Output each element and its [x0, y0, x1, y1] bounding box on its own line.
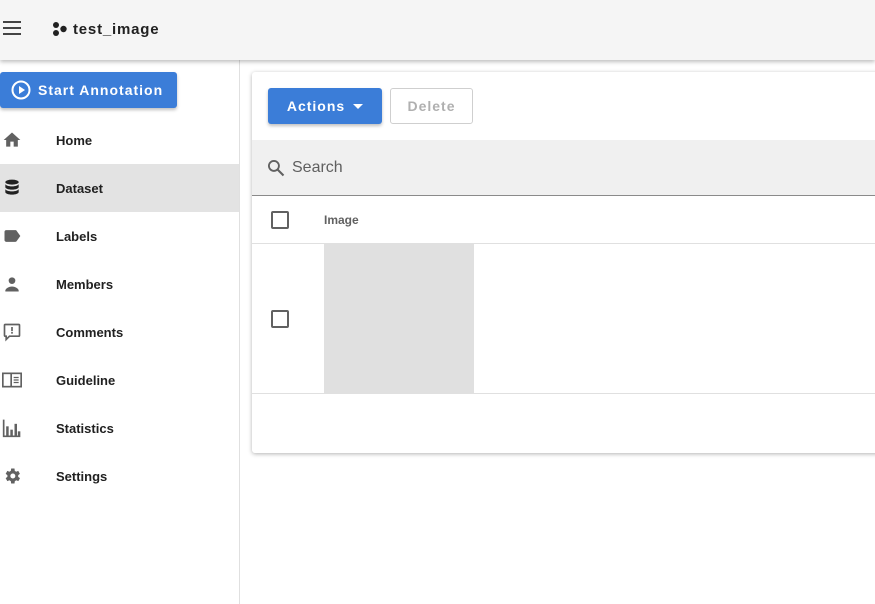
project-title: test_image	[73, 20, 160, 38]
person-icon	[5, 277, 19, 292]
sidebar-item-guideline[interactable]: Guideline	[0, 356, 239, 404]
start-annotation-button[interactable]: Start Annotation	[0, 72, 177, 108]
label-icon	[4, 230, 21, 242]
project-brand[interactable]: test_image	[52, 18, 159, 40]
app-bar: test_image	[0, 0, 875, 60]
play-circle-icon	[11, 80, 31, 100]
dataset-card: Actions Delete Image	[252, 72, 875, 453]
sidebar-item-home[interactable]: Home	[0, 116, 239, 164]
select-all-checkbox[interactable]	[271, 211, 289, 229]
image-thumbnail[interactable]	[324, 244, 474, 394]
sidebar-item-members[interactable]: Members	[0, 260, 239, 308]
sidebar-item-label: Guideline	[56, 372, 116, 388]
book-icon	[2, 372, 22, 388]
sidebar-item-label: Members	[56, 276, 114, 292]
gear-icon	[5, 468, 20, 484]
caret-down-icon	[353, 103, 364, 109]
sidebar-nav: Home Dataset Labels Members Comments Gui…	[0, 116, 239, 500]
search-icon	[268, 159, 285, 176]
row-checkbox[interactable]	[271, 310, 289, 328]
home-icon	[3, 132, 21, 147]
sidebar-item-dataset[interactable]: Dataset	[0, 164, 239, 212]
sidebar-item-statistics[interactable]: Statistics	[0, 404, 239, 452]
sidebar-item-comments[interactable]: Comments	[0, 308, 239, 356]
database-icon	[5, 179, 19, 195]
search-input[interactable]	[292, 158, 792, 177]
delete-button[interactable]: Delete	[390, 88, 473, 124]
sidebar: Start Annotation Home Dataset Labels Mem…	[0, 60, 240, 604]
column-header-image[interactable]: Image	[324, 213, 359, 227]
sidebar-item-label: Labels	[56, 228, 98, 244]
sidebar-item-label: Settings	[56, 468, 108, 484]
chart-icon	[2, 419, 21, 438]
table-header: Image	[252, 196, 875, 244]
search-bar	[252, 140, 875, 196]
comment-icon	[3, 323, 21, 342]
sidebar-item-label: Statistics	[56, 420, 114, 436]
actions-label: Actions	[286, 98, 346, 114]
sidebar-item-label: Dataset	[56, 180, 103, 196]
sidebar-item-label: Comments	[56, 324, 124, 340]
actions-menu-button[interactable]: Actions	[268, 88, 382, 124]
sidebar-item-settings[interactable]: Settings	[0, 452, 239, 500]
sidebar-item-labels[interactable]: Labels	[0, 212, 239, 260]
dataset-toolbar: Actions Delete	[252, 72, 875, 140]
hamburger-menu-icon[interactable]	[3, 20, 23, 36]
sidebar-item-label: Home	[56, 132, 93, 148]
start-annotation-label: Start Annotation	[38, 82, 164, 98]
hub-icon	[53, 22, 67, 36]
table-row[interactable]	[252, 244, 875, 394]
